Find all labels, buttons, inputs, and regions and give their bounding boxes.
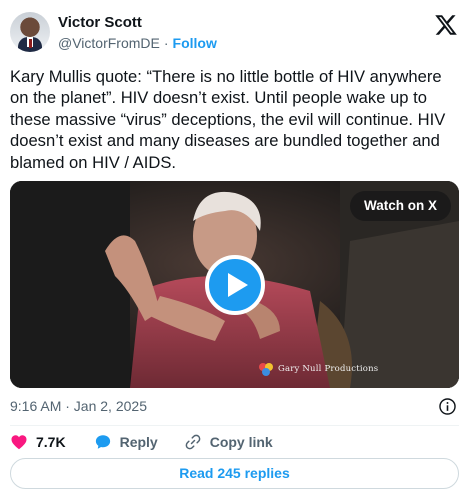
reply-label: Reply	[119, 434, 158, 450]
video-player[interactable]: Watch on X Gary Null Productions	[10, 181, 459, 388]
copy-link-label: Copy link	[209, 434, 273, 450]
timestamp[interactable]: 9:16 AM · Jan 2, 2025	[10, 398, 147, 414]
tweet-text: Kary Mullis quote: “There is no little b…	[10, 67, 446, 172]
author-name[interactable]: Victor Scott	[58, 14, 142, 31]
link-icon	[185, 434, 201, 450]
play-triangle	[227, 273, 248, 297]
action-bar: 7.7K Reply Copy link	[10, 432, 273, 452]
reply-bubble-icon	[95, 435, 110, 449]
like-count: 7.7K	[36, 434, 66, 450]
follow-button[interactable]: Follow	[173, 35, 217, 51]
divider	[10, 425, 459, 426]
heart-icon	[11, 435, 27, 450]
avatar-tie	[28, 39, 32, 48]
watermark-text: Gary Null Productions	[278, 364, 379, 374]
avatar[interactable]	[10, 12, 50, 52]
watermark-logo-icon	[259, 363, 273, 376]
copy-link-button[interactable]: Copy link	[184, 433, 273, 451]
watermark: Gary Null Productions	[258, 361, 378, 377]
x-logo-icon[interactable]	[434, 13, 458, 37]
tweet-card: Victor Scott @VictorFromDE · Follow Kary M…	[0, 0, 469, 497]
play-icon[interactable]	[205, 255, 265, 315]
like-button[interactable]: 7.7K	[10, 433, 66, 451]
read-replies-button[interactable]: Read 245 replies	[10, 458, 459, 489]
watch-on-x-button[interactable]: Watch on X	[350, 191, 451, 221]
info-icon[interactable]	[438, 397, 457, 416]
author-handle[interactable]: @VictorFromDE	[58, 35, 160, 51]
author-handle-row: @VictorFromDE · Follow	[58, 35, 217, 51]
separator-dot: ·	[163, 35, 169, 51]
reply-button[interactable]: Reply	[94, 433, 158, 451]
